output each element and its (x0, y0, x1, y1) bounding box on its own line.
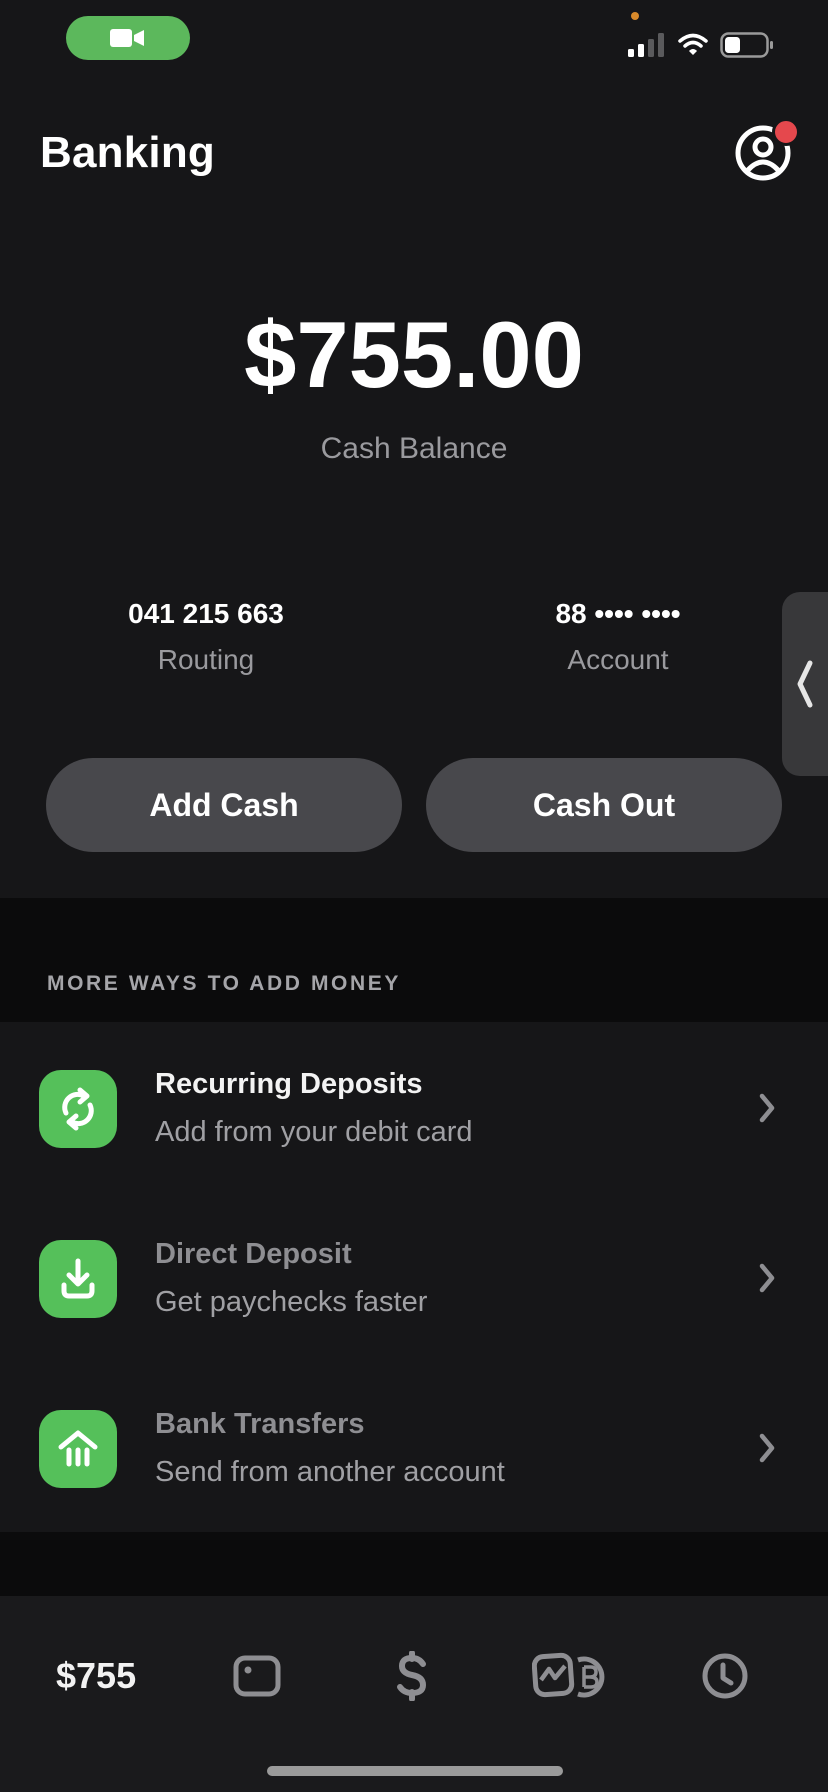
dollar-icon (397, 1651, 427, 1701)
card-icon (233, 1655, 281, 1697)
section-title: MORE WAYS TO ADD MONEY (47, 972, 401, 995)
chevron-right-icon (759, 1263, 775, 1293)
balance-section: $755.00 Cash Balance (0, 308, 828, 466)
item-subtitle: Add from your debit card (155, 1116, 473, 1148)
profile-button[interactable] (734, 118, 800, 182)
chevron-right-icon (759, 1433, 775, 1463)
status-bar (0, 0, 828, 80)
privacy-indicator-dot (631, 12, 639, 20)
side-drawer-handle[interactable] (782, 592, 828, 776)
item-subtitle: Send from another account (155, 1456, 505, 1488)
tab-balance[interactable]: $755 (56, 1648, 136, 1704)
cash-balance-label: Cash Balance (320, 432, 508, 465)
wifi-icon (678, 33, 708, 55)
chevron-left-icon (797, 660, 813, 708)
download-icon (61, 1258, 95, 1299)
routing-number[interactable]: 041 215 663 Routing (76, 598, 336, 676)
header: Banking (0, 110, 828, 200)
bank-icon (58, 1430, 98, 1467)
list-item-recurring-deposits[interactable]: Recurring Deposits Add from your debit c… (0, 1022, 828, 1192)
account-details: 041 215 663 Routing 88 •••• •••• Account (0, 598, 828, 678)
add-money-list: Recurring Deposits Add from your debit c… (0, 1022, 828, 1532)
item-title: Bank Transfers (155, 1408, 365, 1440)
direct-deposit-tile (39, 1240, 117, 1318)
recurring-icon (62, 1087, 94, 1131)
account-label: Account (567, 644, 669, 675)
facetime-indicator[interactable] (66, 16, 190, 60)
section-header: MORE WAYS TO ADD MONEY (0, 898, 828, 1022)
video-camera-icon (110, 29, 144, 47)
account-value: 88 •••• •••• (555, 598, 681, 629)
home-indicator[interactable] (267, 1766, 563, 1776)
tab-activity[interactable] (700, 1648, 750, 1704)
add-cash-button[interactable]: Add Cash (46, 758, 402, 852)
battery-icon (720, 32, 773, 58)
cellular-signal-icon (628, 33, 664, 57)
item-subtitle: Get paychecks faster (155, 1286, 428, 1318)
page-title: Banking (40, 128, 215, 177)
tab-card[interactable] (232, 1648, 282, 1704)
account-number[interactable]: 88 •••• •••• Account (488, 598, 748, 676)
tab-cash[interactable] (392, 1648, 432, 1704)
routing-value: 041 215 663 (128, 598, 284, 629)
investing-bitcoin-icon (532, 1652, 605, 1698)
cash-out-button[interactable]: Cash Out (426, 758, 782, 852)
activity-clock-icon (702, 1653, 748, 1699)
routing-label: Routing (157, 644, 255, 675)
status-icons (628, 32, 774, 58)
recurring-tile (39, 1070, 117, 1148)
cash-balance-amount: $755.00 (244, 302, 584, 407)
cash-actions: Add Cash Cash Out (46, 758, 782, 852)
tab-investing[interactable] (532, 1648, 608, 1704)
spacer (0, 1532, 828, 1596)
item-title: Direct Deposit (155, 1238, 352, 1270)
item-title: Recurring Deposits (155, 1068, 423, 1100)
tab-bar: $755 (0, 1596, 828, 1792)
bank-transfers-tile (39, 1410, 117, 1488)
notification-badge (772, 118, 800, 146)
chevron-right-icon (759, 1093, 775, 1123)
list-item-direct-deposit[interactable]: Direct Deposit Get paychecks faster (0, 1192, 828, 1362)
list-item-bank-transfers[interactable]: Bank Transfers Send from another account (0, 1362, 828, 1532)
